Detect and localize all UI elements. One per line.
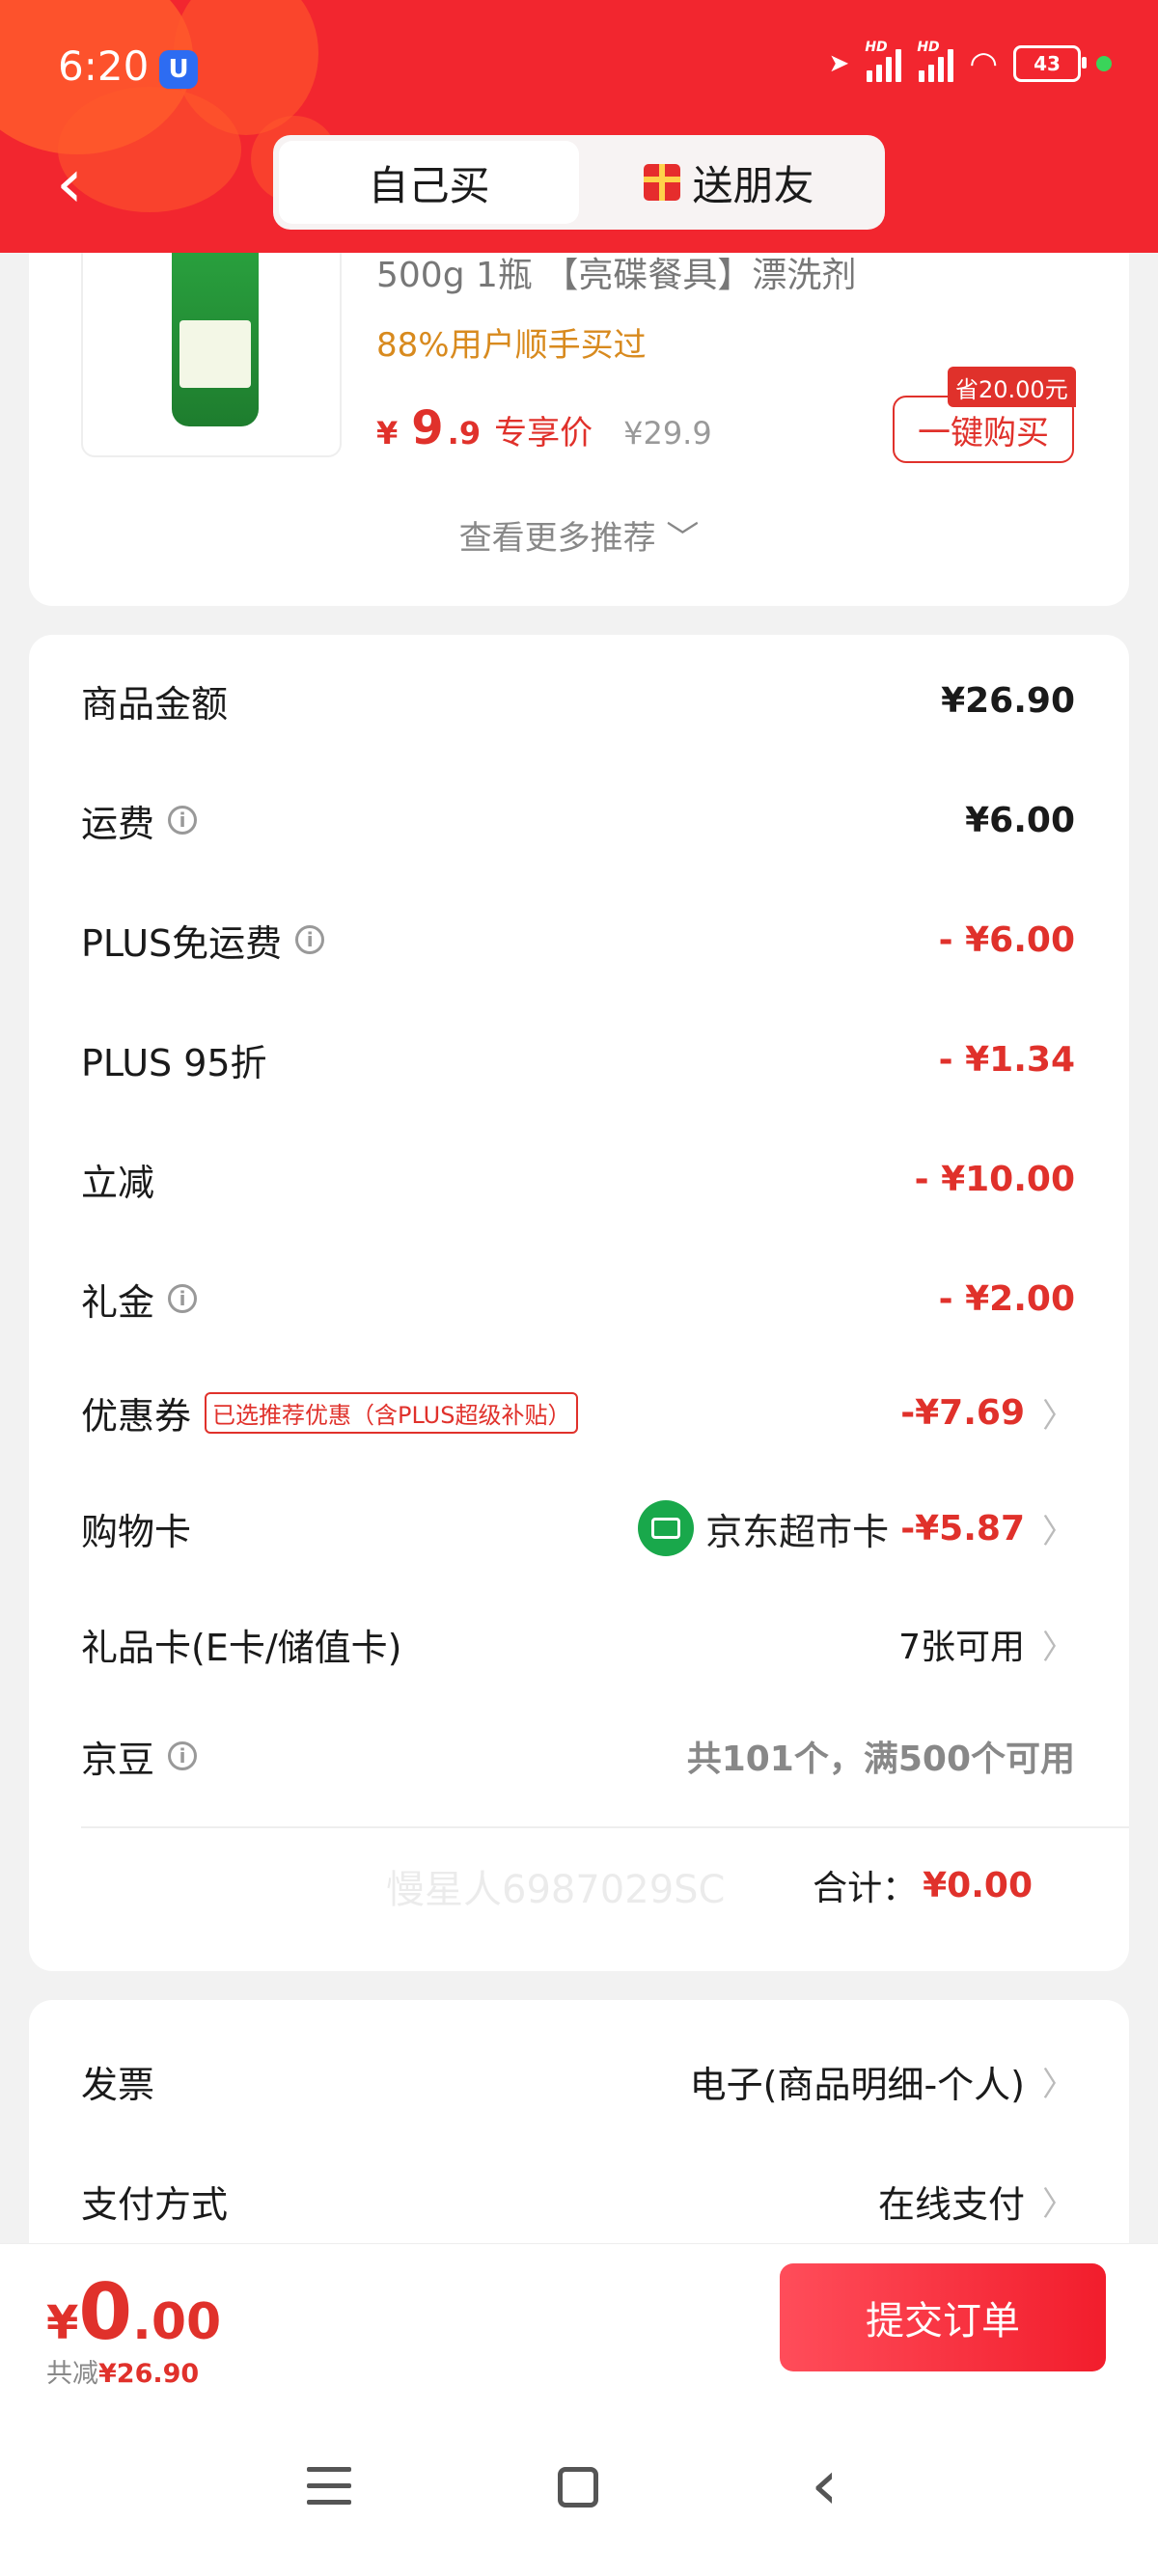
info-icon[interactable]: i bbox=[295, 925, 325, 954]
product-title[interactable]: 500g 1瓶 【亮碟餐具】漂洗剂 bbox=[376, 247, 856, 297]
supermarket-card-icon bbox=[638, 1500, 695, 1556]
purchase-mode-switch: 自己买 送朋友 bbox=[273, 135, 885, 230]
row-invoice[interactable]: 发票 电子(商品明细-个人) 〉 bbox=[81, 2052, 1075, 2110]
row-value: ¥26.90 bbox=[941, 680, 1075, 721]
gift-icon bbox=[644, 164, 681, 201]
row-value: 7张可用 bbox=[898, 1628, 1025, 1667]
row-label: 礼品卡(E卡/储值卡) bbox=[81, 1626, 402, 1669]
battery-icon: 43 bbox=[1013, 45, 1087, 82]
more-recommend-link[interactable]: 查看更多推荐 ﹀ bbox=[29, 511, 1129, 559]
chevron-right-icon: 〉 bbox=[1042, 1396, 1075, 1436]
signal-icon: HD bbox=[865, 40, 902, 82]
row-value: -¥5.87 bbox=[900, 1508, 1025, 1548]
row-goods-amount: 商品金额 ¥26.90 bbox=[81, 671, 1075, 729]
row-label: 购物卡 bbox=[81, 1510, 192, 1553]
tab-buy-for-self[interactable]: 自己买 bbox=[279, 141, 579, 224]
row-label: PLUS 95折 bbox=[81, 1041, 267, 1084]
chevron-down-icon: ﹀ bbox=[666, 519, 700, 558]
product-sales-note: 88%用户顺手买过 bbox=[376, 326, 647, 365]
status-time: 6:20 bbox=[58, 42, 150, 90]
tab-label: 自己买 bbox=[368, 161, 490, 209]
original-price: ¥29.9 bbox=[623, 415, 712, 452]
amount-integer: 0 bbox=[78, 2267, 133, 2357]
row-value: - ¥6.00 bbox=[938, 919, 1075, 960]
total-label: 合计： bbox=[813, 1869, 918, 1908]
row-value: ¥6.00 bbox=[965, 800, 1075, 840]
tab-label: 送朋友 bbox=[692, 161, 814, 209]
recommend-card: 500g 1瓶 【亮碟餐具】漂洗剂 88%用户顺手买过 ¥ 9 .9 专享价 ¥… bbox=[29, 212, 1129, 606]
row-plus-discount: PLUS 95折 - ¥1.34 bbox=[81, 1030, 1075, 1088]
system-nav-bar: ‹ bbox=[0, 2388, 1158, 2576]
amount-currency: ¥ bbox=[46, 2296, 79, 2350]
more-recommend-label: 查看更多推荐 bbox=[458, 519, 656, 558]
saved-value: ¥26.90 bbox=[98, 2359, 200, 2389]
row-shopping-card[interactable]: 购物卡 京东超市卡 -¥5.87 〉 bbox=[81, 1499, 1075, 1557]
subtotal: 合计： ¥0.00 bbox=[813, 1860, 1033, 1910]
signal-icon-2: HD bbox=[917, 40, 954, 82]
card-name: 京东超市卡 bbox=[705, 1510, 890, 1553]
row-value: 在线支付 bbox=[877, 2182, 1025, 2226]
price-currency: ¥ bbox=[376, 415, 399, 452]
total-saved: 共减¥26.90 bbox=[46, 2352, 199, 2390]
header: 6:20 U ➤ HD HD ◠ 43 ‹ 自己买 送朋友 bbox=[0, 0, 1158, 253]
amount-decimal: .00 bbox=[132, 2293, 222, 2351]
row-label: 优惠券 bbox=[81, 1394, 192, 1438]
watermark: 慢星人6987029SC bbox=[386, 1868, 726, 1912]
tab-send-to-friend[interactable]: 送朋友 bbox=[579, 141, 879, 224]
row-value: -¥7.69 bbox=[900, 1392, 1025, 1433]
chevron-right-icon: 〉 bbox=[1042, 2184, 1075, 2224]
location-icon: ➤ bbox=[828, 49, 850, 78]
row-coupon[interactable]: 优惠券 已选推荐优惠（含PLUS超级补贴） -¥7.69 〉 bbox=[81, 1384, 1075, 1441]
price-integer: 9 bbox=[411, 401, 444, 455]
info-icon[interactable]: i bbox=[168, 806, 198, 835]
price-tag: 专享价 bbox=[494, 414, 593, 452]
back-arrow-icon[interactable]: ‹ bbox=[56, 150, 95, 217]
chevron-right-icon: 〉 bbox=[1042, 1512, 1075, 1551]
status-bar: 6:20 U ➤ HD HD ◠ 43 bbox=[0, 37, 1158, 104]
total-value: ¥0.00 bbox=[923, 1865, 1033, 1905]
chevron-right-icon: 〉 bbox=[1042, 1628, 1075, 1667]
row-instant-reduction: 立减 - ¥10.00 bbox=[81, 1150, 1075, 1208]
divider bbox=[81, 1826, 1129, 1828]
row-value: - ¥1.34 bbox=[938, 1039, 1075, 1080]
submit-order-button[interactable]: 提交订单 bbox=[780, 2263, 1106, 2371]
checkout-bar: ¥ 0 .00 共减¥26.90 提交订单 bbox=[0, 2243, 1158, 2389]
row-label: 发票 bbox=[81, 2063, 155, 2106]
nav-back-icon[interactable]: ‹ bbox=[811, 2450, 839, 2519]
row-label: 商品金额 bbox=[81, 682, 229, 726]
product-price: ¥ 9 .9 专享价 ¥29.9 bbox=[376, 401, 712, 455]
payable-amount: ¥ 0 .00 bbox=[46, 2267, 221, 2357]
row-value: - ¥2.00 bbox=[938, 1278, 1075, 1319]
row-label: 运费 bbox=[81, 802, 155, 845]
row-gift-money: 礼金 i - ¥2.00 bbox=[81, 1270, 1075, 1328]
save-badge: 省20.00元 bbox=[948, 367, 1076, 407]
privacy-indicator-icon bbox=[1096, 56, 1112, 71]
row-label: 礼金 bbox=[81, 1280, 155, 1324]
recent-apps-icon[interactable] bbox=[307, 2467, 351, 2516]
row-gift-card[interactable]: 礼品卡(E卡/储值卡) 7张可用〉 bbox=[81, 1615, 1075, 1673]
chevron-right-icon: 〉 bbox=[1042, 2065, 1075, 2104]
row-payment-method[interactable]: 支付方式 在线支付〉 bbox=[81, 2172, 1075, 2230]
row-jd-beans: 京豆 i 共101个，满500个可用 bbox=[81, 1727, 1075, 1785]
home-icon[interactable] bbox=[558, 2467, 598, 2507]
saved-label: 共减 bbox=[46, 2359, 98, 2389]
product-image[interactable] bbox=[81, 232, 342, 457]
wifi-icon: ◠ bbox=[969, 44, 998, 83]
row-shipping: 运费 i ¥6.00 bbox=[81, 791, 1075, 849]
row-label: 京豆 bbox=[81, 1738, 155, 1781]
row-label: 立减 bbox=[81, 1161, 155, 1204]
price-summary-card: 商品金额 ¥26.90 运费 i ¥6.00 PLUS免运费 i - ¥6.00 P… bbox=[29, 635, 1129, 1971]
row-plus-free-shipping: PLUS免运费 i - ¥6.00 bbox=[81, 911, 1075, 969]
row-value: 电子(商品明细-个人) bbox=[689, 2063, 1025, 2106]
info-icon[interactable]: i bbox=[168, 1284, 198, 1313]
info-icon[interactable]: i bbox=[168, 1741, 198, 1770]
row-label: 支付方式 bbox=[81, 2182, 229, 2226]
row-value: 共101个，满500个可用 bbox=[686, 1740, 1075, 1779]
price-decimal: .9 bbox=[447, 415, 482, 452]
coupon-tag: 已选推荐优惠（含PLUS超级补贴） bbox=[205, 1391, 579, 1434]
row-label: PLUS免运费 bbox=[81, 921, 283, 965]
row-value: - ¥10.00 bbox=[914, 1159, 1075, 1199]
app-notification-icon: U bbox=[159, 50, 198, 89]
